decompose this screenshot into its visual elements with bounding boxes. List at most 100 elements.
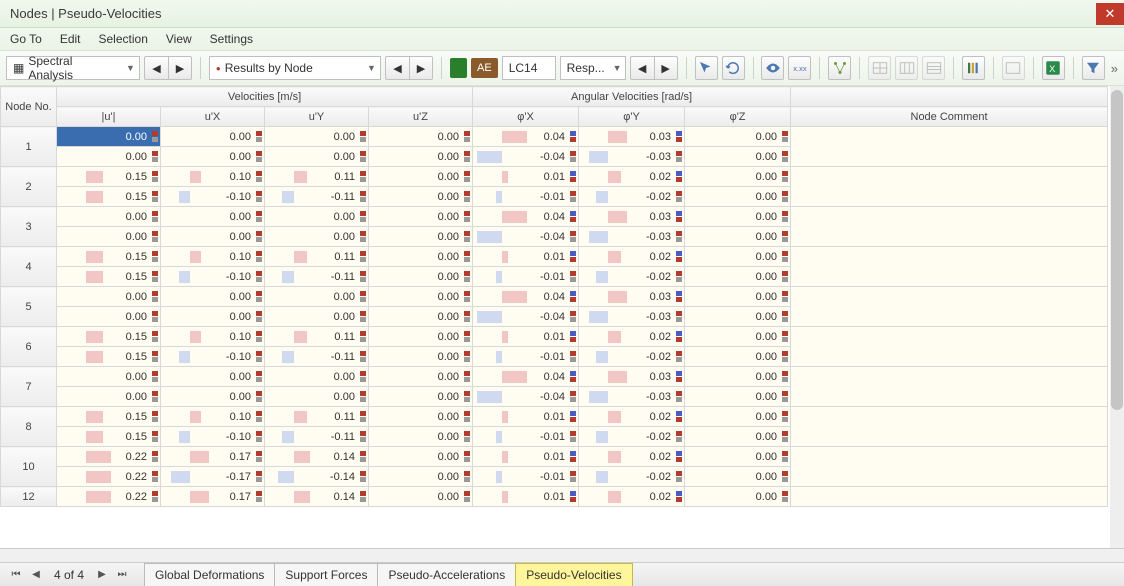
- analysis-next-button[interactable]: ▶: [168, 56, 192, 80]
- table-cell[interactable]: 0.00: [57, 367, 161, 387]
- grid4-button[interactable]: [1002, 56, 1025, 80]
- table-cell[interactable]: 0.15: [57, 187, 161, 207]
- table-cell[interactable]: 0.10: [161, 327, 265, 347]
- results-prev-button[interactable]: ◀: [385, 56, 409, 80]
- comment-cell[interactable]: [791, 207, 1108, 247]
- table-cell[interactable]: 0.10: [161, 167, 265, 187]
- grid3-button[interactable]: [922, 56, 945, 80]
- row-number[interactable]: 3: [1, 207, 57, 247]
- page-first-button[interactable]: ⏮: [8, 567, 24, 583]
- table-cell[interactable]: 0.00: [161, 307, 265, 327]
- table-cell[interactable]: 0.00: [685, 147, 791, 167]
- table-cell[interactable]: 0.00: [265, 147, 369, 167]
- col-u[interactable]: |u'|: [57, 107, 161, 127]
- table-cell[interactable]: -0.17: [161, 467, 265, 487]
- col-uy[interactable]: u'Y: [265, 107, 369, 127]
- table-cell[interactable]: 0.04: [473, 207, 579, 227]
- table-cell[interactable]: 0.15: [57, 347, 161, 367]
- scrollbar-thumb[interactable]: [1111, 90, 1123, 410]
- table-cell[interactable]: 0.00: [685, 447, 791, 467]
- table-cell[interactable]: 0.00: [57, 387, 161, 407]
- table-cell[interactable]: -0.01: [473, 467, 579, 487]
- row-number[interactable]: 10: [1, 447, 57, 487]
- table-cell[interactable]: 0.02: [579, 407, 685, 427]
- table-cell[interactable]: 0.15: [57, 407, 161, 427]
- page-prev-button[interactable]: ◀: [28, 567, 44, 583]
- table-cell[interactable]: 0.02: [579, 447, 685, 467]
- table-cell[interactable]: 0.00: [161, 287, 265, 307]
- menu-selection[interactable]: Selection: [99, 32, 148, 46]
- comment-cell[interactable]: [791, 167, 1108, 207]
- table-cell[interactable]: -0.01: [473, 427, 579, 447]
- table-cell[interactable]: 0.00: [685, 167, 791, 187]
- table-cell[interactable]: 0.00: [369, 487, 473, 507]
- table-cell[interactable]: -0.01: [473, 187, 579, 207]
- table-cell[interactable]: 0.00: [369, 347, 473, 367]
- row-number[interactable]: 6: [1, 327, 57, 367]
- table-cell[interactable]: 0.00: [369, 447, 473, 467]
- table-cell[interactable]: 0.10: [161, 247, 265, 267]
- col-group-comment[interactable]: [791, 87, 1108, 107]
- table-cell[interactable]: 0.15: [57, 267, 161, 287]
- comment-cell[interactable]: [791, 447, 1108, 487]
- table-cell[interactable]: 0.00: [161, 147, 265, 167]
- table-cell[interactable]: 0.01: [473, 167, 579, 187]
- comment-cell[interactable]: [791, 247, 1108, 287]
- table-cell[interactable]: -0.03: [579, 147, 685, 167]
- row-number[interactable]: 1: [1, 127, 57, 167]
- comment-cell[interactable]: [791, 287, 1108, 327]
- table-cell[interactable]: 0.00: [685, 367, 791, 387]
- table-cell[interactable]: -0.02: [579, 187, 685, 207]
- grid2-button[interactable]: [895, 56, 918, 80]
- table-cell[interactable]: 0.00: [265, 127, 369, 147]
- table-cell[interactable]: 0.00: [57, 307, 161, 327]
- col-node-no[interactable]: Node No.: [1, 87, 57, 127]
- table-cell[interactable]: 0.00: [685, 487, 791, 507]
- table-cell[interactable]: 0.00: [369, 247, 473, 267]
- table-cell[interactable]: -0.11: [265, 347, 369, 367]
- table-cell[interactable]: 0.00: [265, 367, 369, 387]
- results-select[interactable]: ● Results by Node ▼: [209, 56, 381, 80]
- table-cell[interactable]: -0.03: [579, 307, 685, 327]
- table-cell[interactable]: 0.11: [265, 167, 369, 187]
- tab-support-forces[interactable]: Support Forces: [274, 563, 378, 586]
- table-cell[interactable]: 0.00: [685, 387, 791, 407]
- row-number[interactable]: 5: [1, 287, 57, 327]
- color-bars-button[interactable]: [962, 56, 985, 80]
- col-wx[interactable]: φ'X: [473, 107, 579, 127]
- table-cell[interactable]: 0.00: [265, 207, 369, 227]
- comment-cell[interactable]: [791, 127, 1108, 167]
- table-cell[interactable]: -0.02: [579, 467, 685, 487]
- table-cell[interactable]: -0.03: [579, 227, 685, 247]
- results-next-button[interactable]: ▶: [409, 56, 433, 80]
- filter-button[interactable]: [1082, 56, 1105, 80]
- table-cell[interactable]: 0.00: [57, 287, 161, 307]
- table-cell[interactable]: 0.03: [579, 367, 685, 387]
- menu-goto[interactable]: Go To: [10, 32, 42, 46]
- table-cell[interactable]: 0.00: [369, 167, 473, 187]
- table-cell[interactable]: 0.22: [57, 467, 161, 487]
- table-cell[interactable]: 0.00: [161, 207, 265, 227]
- table-cell[interactable]: 0.03: [579, 127, 685, 147]
- row-number[interactable]: 4: [1, 247, 57, 287]
- table-cell[interactable]: -0.11: [265, 427, 369, 447]
- table-cell[interactable]: 0.00: [369, 207, 473, 227]
- table-cell[interactable]: 0.22: [57, 447, 161, 467]
- refresh-button[interactable]: [722, 56, 745, 80]
- table-cell[interactable]: 0.00: [369, 427, 473, 447]
- table-cell[interactable]: 0.00: [685, 207, 791, 227]
- tree-link-button[interactable]: [828, 56, 851, 80]
- table-cell[interactable]: 0.00: [369, 227, 473, 247]
- table-cell[interactable]: 0.00: [685, 187, 791, 207]
- table-cell[interactable]: 0.14: [265, 447, 369, 467]
- table-cell[interactable]: 0.11: [265, 407, 369, 427]
- table-cell[interactable]: 0.00: [161, 367, 265, 387]
- table-cell[interactable]: 0.00: [685, 287, 791, 307]
- col-group-angular[interactable]: Angular Velocities [rad/s]: [473, 87, 791, 107]
- table-cell[interactable]: -0.01: [473, 267, 579, 287]
- table-cell[interactable]: 0.00: [369, 467, 473, 487]
- table-cell[interactable]: -0.01: [473, 347, 579, 367]
- table-cell[interactable]: 0.11: [265, 247, 369, 267]
- table-cell[interactable]: 0.15: [57, 327, 161, 347]
- tab-pseudo-velocities[interactable]: Pseudo-Velocities: [515, 563, 632, 586]
